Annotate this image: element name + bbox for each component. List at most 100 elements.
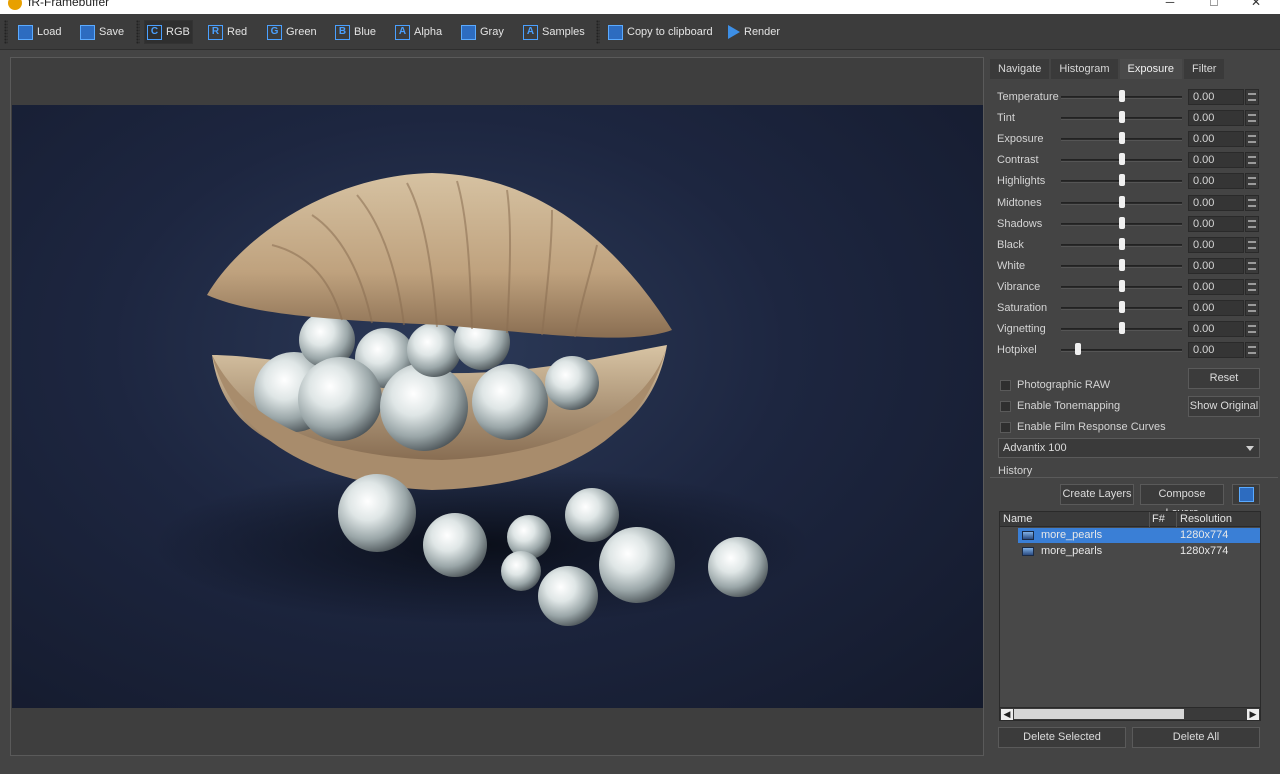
- copy-icon: [1238, 487, 1254, 502]
- spin-buttons[interactable]: [1245, 173, 1259, 190]
- create-layers-button[interactable]: Create Layers: [1060, 484, 1134, 505]
- value-field[interactable]: 0.00: [1188, 215, 1244, 232]
- slider-label: Shadows: [997, 217, 1043, 230]
- spin-buttons[interactable]: [1245, 89, 1259, 105]
- checkbox-box[interactable]: [1000, 400, 1011, 412]
- reset-button[interactable]: Reset: [1188, 368, 1260, 389]
- render-button[interactable]: Render: [726, 20, 782, 44]
- green-button[interactable]: G Green: [265, 20, 319, 44]
- value-field[interactable]: 0.00: [1188, 278, 1244, 295]
- minimize-icon[interactable]: ─: [1160, 0, 1180, 10]
- red-button[interactable]: R Red: [206, 20, 249, 44]
- slider-thumb[interactable]: [1118, 322, 1125, 335]
- value-field[interactable]: 0.00: [1188, 257, 1244, 274]
- value-field[interactable]: 0.00: [1188, 110, 1244, 127]
- toolbar-grip-3[interactable]: [596, 20, 600, 44]
- value-field[interactable]: 0.00: [1188, 342, 1244, 359]
- checkbox-box[interactable]: [1000, 379, 1011, 391]
- blue-button[interactable]: B Blue: [333, 20, 378, 44]
- spin-buttons[interactable]: [1245, 152, 1259, 169]
- copy-to-clipboard-button[interactable]: Copy to clipboard: [606, 20, 715, 44]
- history-list[interactable]: Name F# Resolution more_pearls 1280x774 …: [999, 511, 1261, 721]
- value-field[interactable]: 0.00: [1188, 173, 1244, 190]
- spin-buttons[interactable]: [1245, 236, 1259, 253]
- spin-buttons[interactable]: [1245, 257, 1259, 274]
- slider-thumb[interactable]: [1118, 90, 1125, 102]
- load-button[interactable]: Load: [16, 20, 63, 44]
- slider-thumb[interactable]: [1118, 195, 1125, 208]
- value-field[interactable]: 0.00: [1188, 300, 1244, 316]
- tab-filter[interactable]: Filter: [1184, 59, 1225, 79]
- tab-histogram[interactable]: Histogram: [1051, 59, 1118, 79]
- horizontal-scrollbar[interactable]: ◀ ▶: [1000, 707, 1260, 720]
- green-label: Green: [286, 26, 317, 38]
- rgb-button[interactable]: C RGB: [144, 20, 193, 44]
- value-field[interactable]: 0.00: [1188, 321, 1244, 338]
- slider-label: Tint: [997, 112, 1015, 125]
- slider-thumb[interactable]: [1118, 237, 1125, 250]
- value-field[interactable]: 0.00: [1188, 131, 1244, 148]
- spin-buttons[interactable]: [1245, 342, 1259, 359]
- samples-label: Samples: [542, 26, 585, 38]
- maximize-icon[interactable]: □: [1204, 0, 1224, 10]
- column-name[interactable]: Name: [1003, 513, 1032, 525]
- image-viewport[interactable]: [10, 57, 984, 756]
- history-row[interactable]: more_pearls 1280x774: [1018, 528, 1260, 543]
- spin-buttons[interactable]: [1245, 194, 1259, 211]
- compose-layers-button[interactable]: Compose Layers: [1140, 484, 1224, 519]
- spin-buttons[interactable]: [1245, 321, 1259, 338]
- column-divider[interactable]: [1149, 512, 1150, 527]
- alpha-button[interactable]: A Alpha: [393, 20, 444, 44]
- spin-buttons[interactable]: [1245, 215, 1259, 232]
- gray-button[interactable]: Gray: [459, 20, 506, 44]
- column-resolution[interactable]: Resolution: [1180, 513, 1232, 525]
- value-field[interactable]: 0.00: [1188, 236, 1244, 253]
- value-field[interactable]: 0.00: [1188, 194, 1244, 211]
- slider-thumb[interactable]: [1118, 132, 1125, 145]
- enable-tonemapping-checkbox[interactable]: Enable Tonemapping: [1000, 400, 1120, 412]
- scroll-right-icon[interactable]: ▶: [1247, 709, 1259, 720]
- samples-button[interactable]: A Samples: [521, 20, 587, 44]
- film-response-select[interactable]: Advantix 100: [998, 438, 1260, 458]
- delete-selected-button[interactable]: Delete Selected: [998, 727, 1126, 748]
- slider-thumb[interactable]: [1118, 153, 1125, 166]
- slider-thumb[interactable]: [1118, 111, 1125, 124]
- slider-thumb[interactable]: [1118, 174, 1125, 187]
- tab-navigate[interactable]: Navigate: [990, 59, 1050, 79]
- scroll-left-icon[interactable]: ◀: [1001, 709, 1013, 720]
- column-divider[interactable]: [1176, 512, 1177, 527]
- checkbox-box[interactable]: [1000, 421, 1011, 433]
- scrollbar-thumb[interactable]: [1014, 709, 1184, 719]
- slider-thumb[interactable]: [1118, 301, 1125, 313]
- spin-buttons[interactable]: [1245, 131, 1259, 148]
- spin-buttons[interactable]: [1245, 110, 1259, 127]
- slider-thumb[interactable]: [1074, 343, 1081, 356]
- toolbar-grip-2[interactable]: [136, 20, 140, 44]
- value-field[interactable]: 0.00: [1188, 89, 1244, 105]
- floppy-disk-icon: [80, 24, 95, 40]
- spin-buttons[interactable]: [1245, 278, 1259, 295]
- spin-buttons[interactable]: [1245, 300, 1259, 316]
- slider-thumb[interactable]: [1118, 279, 1125, 292]
- history-row-name: more_pearls: [1041, 529, 1103, 541]
- save-button[interactable]: Save: [78, 20, 126, 44]
- column-frame[interactable]: F#: [1152, 513, 1165, 525]
- tab-exposure[interactable]: Exposure: [1119, 59, 1183, 79]
- delete-all-button[interactable]: Delete All: [1132, 727, 1260, 748]
- enable-tonemapping-label: Enable Tonemapping: [1017, 400, 1121, 412]
- slider-row-tint: Tint 0.00: [997, 108, 1279, 128]
- enable-film-curves-checkbox[interactable]: Enable Film Response Curves: [1000, 421, 1166, 433]
- copy-layers-button[interactable]: [1232, 484, 1260, 505]
- photographic-raw-checkbox[interactable]: Photographic RAW: [1000, 379, 1110, 391]
- slider-thumb[interactable]: [1118, 258, 1125, 271]
- value-field[interactable]: 0.00: [1188, 152, 1244, 169]
- history-row[interactable]: more_pearls 1280x774: [1018, 544, 1260, 559]
- slider-thumb[interactable]: [1118, 216, 1125, 229]
- history-list-header: Name F# Resolution: [1000, 512, 1260, 527]
- close-icon[interactable]: ✕: [1246, 0, 1266, 10]
- toolbar-grip[interactable]: [4, 20, 8, 44]
- window-title: fR-Framebuffer: [28, 0, 110, 9]
- image-thumbnail-icon: [1022, 531, 1034, 540]
- show-original-button[interactable]: Show Original: [1188, 396, 1260, 417]
- slider-row-shadows: Shadows 0.00: [997, 214, 1279, 234]
